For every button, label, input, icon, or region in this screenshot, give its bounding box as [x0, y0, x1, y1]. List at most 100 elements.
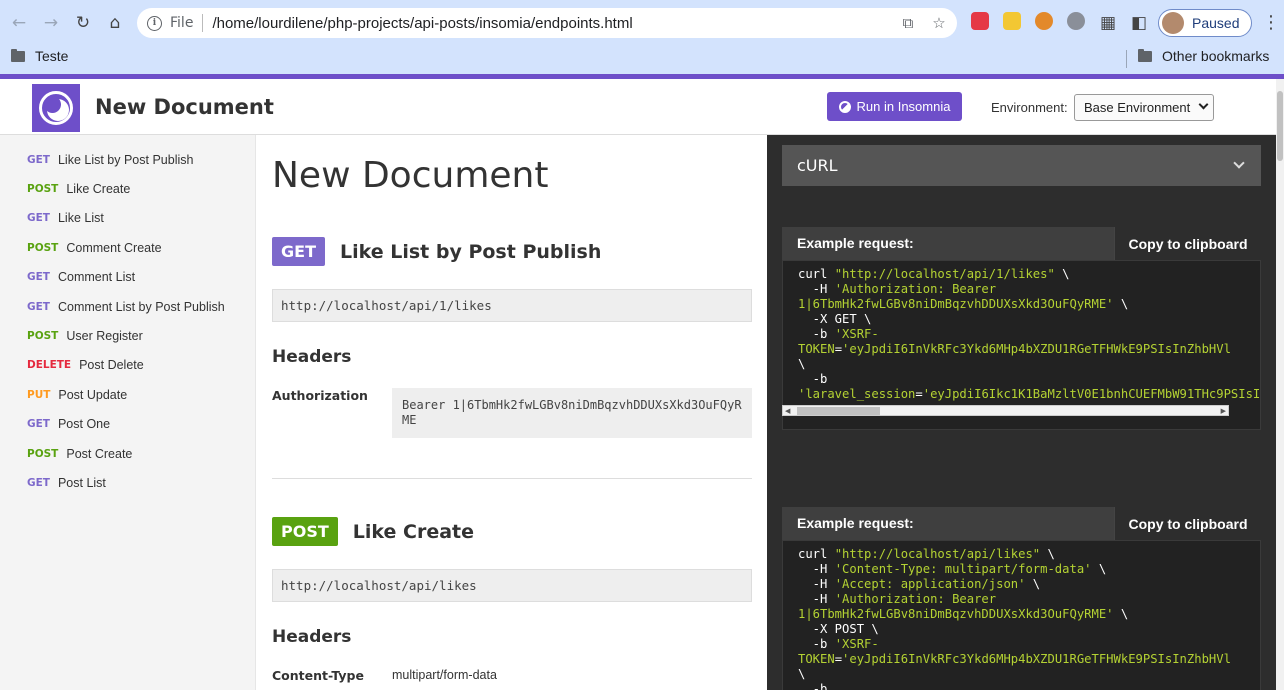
code-line: 'laravel_session='eyJpdiI6Ikc1K1BaMzltV0… — [798, 387, 1261, 401]
horizontal-scrollbar[interactable]: ◀ ▶ — [782, 405, 1229, 416]
page-scrollbar[interactable] — [1276, 79, 1284, 690]
code-line: \ — [798, 357, 806, 371]
sidebar-item-label: Post One — [57, 417, 111, 432]
sidebar-item[interactable]: POST Post Create — [0, 439, 255, 468]
scroll-left-icon[interactable]: ◀ — [785, 407, 790, 415]
code-line: curl "http://localhost/api/1/likes" \ — [798, 267, 1070, 281]
sidebar-item[interactable]: POST Comment Create — [0, 233, 255, 262]
language-value: cURL — [797, 156, 838, 175]
code-line: -b — [798, 372, 828, 386]
code-line: -H 'Content-Type: multipart/form-data' \ — [798, 562, 1107, 576]
bookmark-divider — [1126, 50, 1127, 68]
share-icon[interactable]: ⧉ — [899, 14, 917, 32]
sidebar-item[interactable]: GET Post One — [0, 410, 255, 439]
sidebar-item-label: Like List by Post Publish — [57, 152, 194, 167]
menu-icon[interactable]: ⋮ — [1262, 12, 1280, 33]
copy-to-clipboard-button[interactable]: Copy to clipboard — [1114, 227, 1261, 260]
code-example[interactable]: curl "http://localhost/api/likes" \ -H '… — [782, 540, 1261, 690]
header-key: Authorization — [272, 388, 368, 403]
code-line: -X GET \ — [798, 312, 872, 326]
method-tag: POST — [27, 241, 59, 254]
extension-bug-icon[interactable] — [1067, 12, 1085, 30]
code-line: \ — [798, 667, 806, 681]
environment-value: Base Environment — [1084, 100, 1191, 115]
star-icon[interactable]: ☆ — [930, 14, 948, 32]
code-line: -X POST \ — [798, 622, 879, 636]
bookmark-label: Other bookmarks — [1162, 48, 1270, 64]
code-block: curl "http://localhost/api/likes" \ -H '… — [798, 547, 1245, 690]
example-label: Example request: — [797, 515, 914, 531]
url-scheme: File — [170, 15, 194, 31]
bookmark-other[interactable]: Other bookmarks — [1138, 48, 1269, 64]
endpoint-url[interactable]: http://localhost/api/likes — [272, 569, 752, 602]
back-icon[interactable]: ← — [7, 11, 31, 35]
sidebar-item-label: Like Create — [66, 182, 131, 197]
info-icon[interactable]: i — [147, 15, 162, 31]
method-tag: POST — [27, 447, 59, 460]
chevron-down-icon — [1198, 99, 1209, 110]
extensions-icon[interactable]: ▦ — [1096, 11, 1120, 35]
code-line: curl "http://localhost/api/likes" \ — [798, 547, 1055, 561]
chevron-down-icon — [1233, 157, 1245, 169]
endpoint-url[interactable]: http://localhost/api/1/likes — [272, 289, 752, 322]
bookmarks-bar: Teste Other bookmarks — [0, 44, 1284, 72]
run-in-insomnia-button[interactable]: Run in Insomnia — [827, 92, 962, 121]
environment-select[interactable]: Base Environment — [1074, 94, 1214, 121]
home-icon[interactable]: ⌂ — [103, 11, 127, 35]
code-line: 1|6TbmHk2fwLGBv8niDmBqzvhDDUXsXkd3OuFQyR… — [798, 297, 1129, 311]
sidebar: GET Like List by Post Publish POST Like Cre… — [0, 135, 256, 690]
code-line: -H 'Authorization: Bearer — [798, 592, 997, 606]
bookmark-teste[interactable]: Teste — [11, 48, 68, 64]
extension-red-icon[interactable] — [971, 12, 989, 30]
method-tag: GET — [27, 212, 50, 225]
sidebar-icon[interactable]: ◧ — [1127, 11, 1151, 35]
extension-yellow-icon[interactable] — [1003, 12, 1021, 30]
method-tag: POST — [27, 183, 59, 196]
code-line: -H 'Authorization: Bearer — [798, 282, 997, 296]
sidebar-item[interactable]: GET Comment List — [0, 263, 255, 292]
sidebar-item-label: Post Update — [58, 387, 128, 402]
insomnia-icon — [838, 100, 851, 113]
code-line: 1|6TbmHk2fwLGBv8niDmBqzvhDDUXsXkd3OuFQyR… — [798, 607, 1129, 621]
sidebar-item[interactable]: GET Comment List by Post Publish — [0, 292, 255, 321]
url-text[interactable]: /home/lourdilene/php-projects/api-posts/… — [212, 15, 632, 32]
profile-button[interactable]: Paused — [1158, 9, 1252, 37]
address-bar[interactable]: i File /home/lourdilene/php-projects/api… — [137, 8, 957, 38]
insomnia-logo — [32, 84, 80, 132]
sidebar-item[interactable]: GET Like List by Post Publish — [0, 145, 255, 174]
reload-icon[interactable]: ↻ — [71, 11, 95, 35]
code-panel: cURL Example request: Copy to clipboard … — [767, 135, 1276, 690]
profile-status: Paused — [1192, 15, 1240, 31]
scroll-right-icon[interactable]: ▶ — [1221, 407, 1226, 415]
sidebar-item[interactable]: PUT Post Update — [0, 380, 255, 409]
method-tag: GET — [27, 418, 50, 431]
method-tag: GET — [27, 476, 50, 489]
main-content: New Document GET Like List by Post Publi… — [256, 135, 767, 690]
method-tag: GET — [27, 271, 50, 284]
sidebar-item[interactable]: DELETE Post Delete — [0, 351, 255, 380]
extension-orange-icon[interactable] — [1035, 12, 1053, 30]
copy-to-clipboard-button[interactable]: Copy to clipboard — [1114, 507, 1261, 540]
sidebar-item[interactable]: GET Like List — [0, 204, 255, 233]
method-tag: GET — [27, 300, 50, 313]
method-tag: POST — [27, 330, 59, 343]
sidebar-item-label: User Register — [66, 329, 143, 344]
sidebar-item[interactable]: GET Post List — [0, 468, 255, 497]
forward-icon[interactable]: → — [39, 11, 63, 35]
scroll-thumb[interactable] — [1277, 91, 1283, 161]
header-value: Bearer 1|6TbmHk2fwLGBv8niDmBqzvhDDUXsXkd… — [392, 388, 752, 438]
method-badge: POST — [272, 517, 338, 546]
sidebar-item[interactable]: POST User Register — [0, 321, 255, 350]
page-header: New Document Run in Insomnia Environment… — [0, 79, 1276, 135]
code-line: TOKEN='eyJpdiI6InVkRFc3Ykd6MHp4bXZDU1RGe… — [798, 652, 1231, 666]
sidebar-item[interactable]: POST Like Create — [0, 174, 255, 203]
language-select[interactable]: cURL — [782, 145, 1261, 186]
sidebar-item-label: Post Delete — [79, 358, 144, 373]
method-tag: PUT — [27, 388, 51, 401]
scroll-thumb[interactable] — [797, 407, 880, 415]
example-header: Example request: Copy to clipboard — [782, 227, 1261, 260]
example-label: Example request: — [797, 235, 914, 251]
headers-heading: Headers — [272, 627, 352, 647]
environment-label: Environment: — [991, 100, 1068, 115]
endpoint-name: Like Create — [352, 520, 475, 543]
